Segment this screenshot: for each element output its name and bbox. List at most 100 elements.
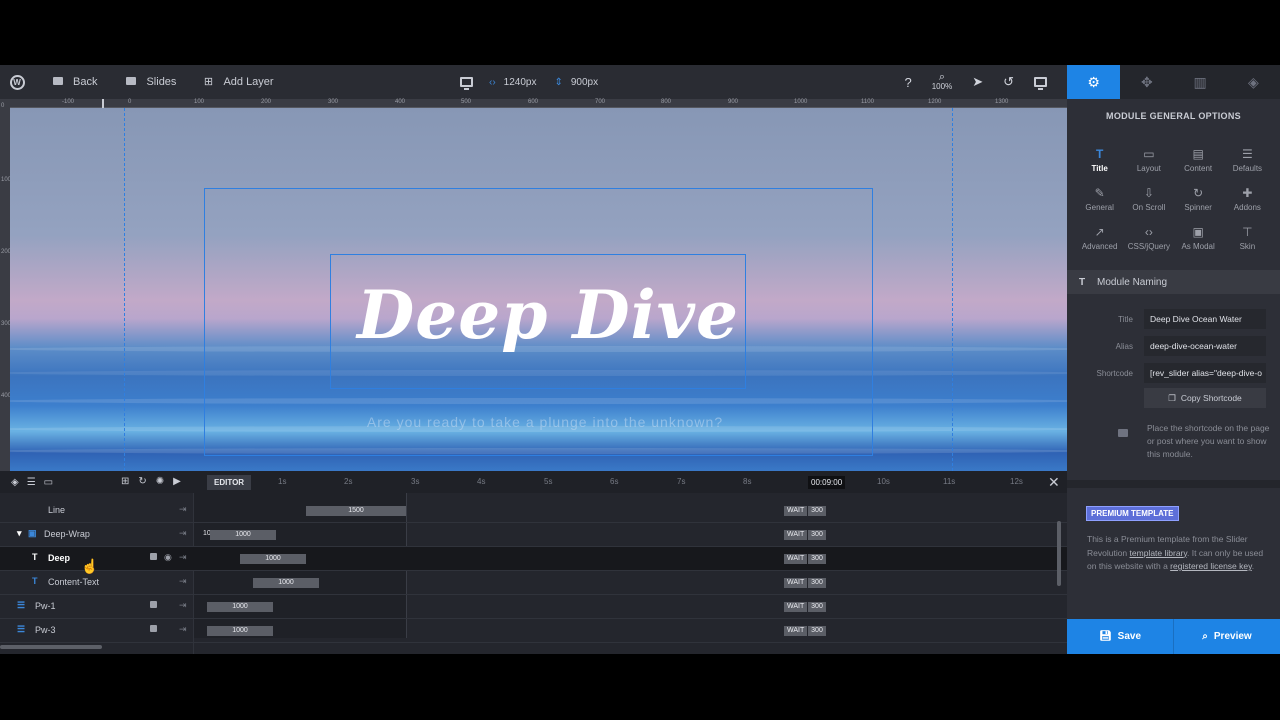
timeline-row-deep-wrap[interactable]: ▾ ▣ Deep-Wrap ⇥ 10 1000 WAIT 300 bbox=[0, 523, 1067, 547]
collapse-caret-icon[interactable]: ▾ bbox=[17, 528, 22, 539]
timeline-vertical-scrollbar[interactable] bbox=[1057, 521, 1061, 586]
help-icon[interactable]: ? bbox=[904, 75, 911, 90]
wait-value[interactable]: 300 bbox=[808, 506, 826, 516]
toolbar-right-tools: ? ⌕ 100% ➤ ↺ bbox=[904, 65, 1047, 99]
settings-icon[interactable]: ✺ bbox=[156, 476, 164, 487]
option-css-jquery[interactable]: ‹› CSS/jQuery bbox=[1124, 225, 1173, 251]
module-naming-section-header[interactable]: T Module Naming bbox=[1067, 270, 1280, 294]
end-marker-icon[interactable]: ⇥ bbox=[179, 624, 187, 635]
list-icon[interactable]: ☰ bbox=[27, 477, 36, 488]
template-library-link[interactable]: template library bbox=[1130, 548, 1187, 558]
folder-icon[interactable]: ▭ bbox=[44, 477, 53, 488]
end-marker-icon[interactable]: ⇥ bbox=[179, 600, 187, 611]
height-value[interactable]: 900px bbox=[571, 77, 598, 88]
time-tick: 2s bbox=[344, 477, 353, 486]
copy-icon: ❐ bbox=[1168, 393, 1176, 403]
copy-shortcode-button[interactable]: ❐ Copy Shortcode bbox=[1144, 388, 1266, 408]
play-icon[interactable]: ▶ bbox=[173, 476, 181, 487]
gear-icon: ⚙ bbox=[1087, 73, 1100, 90]
option-spinner[interactable]: ↻ Spinner bbox=[1174, 186, 1223, 212]
width-value[interactable]: 1240px bbox=[504, 77, 537, 88]
tab-module-settings[interactable]: ⚙ bbox=[1067, 65, 1121, 99]
lock-icon[interactable] bbox=[150, 601, 157, 608]
preview-button[interactable]: ⌕ Preview bbox=[1173, 619, 1280, 654]
layer-duration-bar[interactable]: 1000 bbox=[207, 602, 273, 612]
panel-divider bbox=[1067, 480, 1280, 488]
timeline-row-content-text[interactable]: T Content-Text ⇥ 1000 WAIT 300 bbox=[0, 571, 1067, 595]
time-tick: 8s bbox=[743, 477, 752, 486]
layers-icon[interactable]: ◈ bbox=[11, 477, 19, 488]
back-button[interactable]: Back bbox=[34, 65, 107, 99]
option-label: Addons bbox=[1233, 203, 1261, 212]
layer-duration-bar[interactable]: 1000 bbox=[210, 530, 276, 540]
ruler-top-label: 100 bbox=[194, 99, 205, 105]
layer-duration-bar[interactable]: 1000 bbox=[240, 554, 306, 564]
lock-icon[interactable] bbox=[150, 553, 157, 560]
tab-layers-list[interactable]: ◈ bbox=[1226, 65, 1280, 99]
slides-button[interactable]: Slides bbox=[107, 65, 186, 99]
alias-field[interactable]: deep-dive-ocean-water bbox=[1144, 336, 1266, 356]
end-marker-icon[interactable]: ⇥ bbox=[179, 504, 187, 515]
option-title[interactable]: T Title bbox=[1075, 147, 1124, 173]
timeline-row-line[interactable]: Line ⇥ 1500 WAIT 300 bbox=[0, 499, 1067, 523]
save-button[interactable]: 💾︎ Save bbox=[1067, 619, 1173, 654]
editor-label[interactable]: EDITOR bbox=[207, 475, 252, 490]
ruler-top-label: 200 bbox=[261, 99, 272, 105]
skin-icon: ⊤ bbox=[1242, 225, 1253, 239]
ruler-marker[interactable] bbox=[102, 99, 104, 108]
title-field[interactable]: Deep Dive Ocean Water bbox=[1144, 309, 1266, 329]
end-marker-icon[interactable]: ⇥ bbox=[179, 528, 187, 539]
undo-icon[interactable]: ↺ bbox=[1003, 74, 1014, 90]
shortcode-field[interactable]: [rev_slider alias="deep-dive-o bbox=[1144, 363, 1266, 383]
layer-duration-bar[interactable]: 1000 bbox=[207, 626, 273, 636]
tab-layer-settings[interactable]: ▥ bbox=[1173, 65, 1227, 99]
timeline-horizontal-scrollbar[interactable] bbox=[0, 645, 102, 649]
option-addons[interactable]: ✚ Addons bbox=[1223, 186, 1272, 212]
timeline-row-pw-3[interactable]: ☰ Pw-3 ⇥ 1000 WAIT 300 bbox=[0, 619, 1067, 643]
layer-duration-bar[interactable]: 1500 bbox=[306, 506, 406, 516]
wait-value[interactable]: 300 bbox=[808, 602, 826, 612]
slide-canvas[interactable]: Deep Dive Are you ready to take a plunge… bbox=[10, 108, 1067, 471]
end-marker-icon[interactable]: ⇥ bbox=[179, 576, 187, 587]
grid-icon[interactable]: ⊞ bbox=[121, 476, 129, 487]
wait-value[interactable]: 300 bbox=[808, 554, 826, 564]
option-defaults[interactable]: ☰ Defaults bbox=[1223, 147, 1272, 173]
option-on-scroll[interactable]: ⇩ On Scroll bbox=[1124, 186, 1173, 212]
wait-value[interactable]: 300 bbox=[808, 530, 826, 540]
add-layer-button[interactable]: ⊞ Add Layer bbox=[186, 65, 283, 99]
slide-subtitle-text[interactable]: Are you ready to take a plunge into the … bbox=[340, 414, 750, 430]
wait-value[interactable]: 300 bbox=[808, 626, 826, 636]
option-layout[interactable]: ▭ Layout bbox=[1124, 147, 1173, 173]
license-key-link[interactable]: registered license key bbox=[1170, 561, 1252, 571]
desktop-view-icon[interactable] bbox=[460, 77, 473, 90]
ruler-top-label: 1200 bbox=[928, 99, 942, 105]
layer-duration-bar[interactable]: 1000 bbox=[253, 578, 319, 588]
timeline-tool-icons: ⊞ ↻ ✺ ▶ bbox=[121, 476, 181, 487]
current-time-indicator[interactable]: 00:09:00 bbox=[808, 476, 846, 489]
visibility-icon[interactable]: ◉ bbox=[164, 552, 172, 563]
close-timeline-icon[interactable]: ✕ bbox=[1048, 474, 1060, 491]
tab-slide-settings[interactable]: ✥ bbox=[1120, 65, 1174, 99]
back-label: Back bbox=[73, 76, 98, 88]
ruler-top-label: 400 bbox=[395, 99, 406, 105]
module-options-grid: T Title ▭ Layout ▤ Content ☰ Defaults ✎ Gener… bbox=[1075, 147, 1272, 251]
end-marker-icon[interactable]: ⇥ bbox=[179, 552, 187, 563]
slide-title-text[interactable]: Deep Dive bbox=[340, 276, 756, 354]
add-layer-label: Add Layer bbox=[223, 76, 274, 88]
timeline-row-pw-1[interactable]: ☰ Pw-1 ⇥ 1000 WAIT 300 bbox=[0, 595, 1067, 619]
timeline-row-deep[interactable]: T Deep ◉ ⇥ 1000 WAIT 300 bbox=[0, 547, 1067, 571]
desktop-device-icon[interactable] bbox=[1034, 75, 1047, 90]
option-advanced[interactable]: ↗ Advanced bbox=[1075, 225, 1124, 251]
option-as-modal[interactable]: ▣ As Modal bbox=[1174, 225, 1223, 251]
lock-icon[interactable] bbox=[150, 625, 157, 632]
option-general[interactable]: ✎ General bbox=[1075, 186, 1124, 212]
wordpress-logo-button[interactable]: W bbox=[0, 65, 34, 99]
zoom-control[interactable]: ⌕ 100% bbox=[932, 72, 952, 92]
pointer-icon[interactable]: ➤ bbox=[972, 74, 983, 90]
option-content[interactable]: ▤ Content bbox=[1174, 147, 1223, 173]
wait-value[interactable]: 300 bbox=[808, 578, 826, 588]
section-title: Module Naming bbox=[1097, 276, 1168, 288]
option-skin[interactable]: ⊤ Skin bbox=[1223, 225, 1272, 251]
loop-icon[interactable]: ↻ bbox=[138, 476, 146, 487]
preview-label: Preview bbox=[1213, 631, 1252, 642]
